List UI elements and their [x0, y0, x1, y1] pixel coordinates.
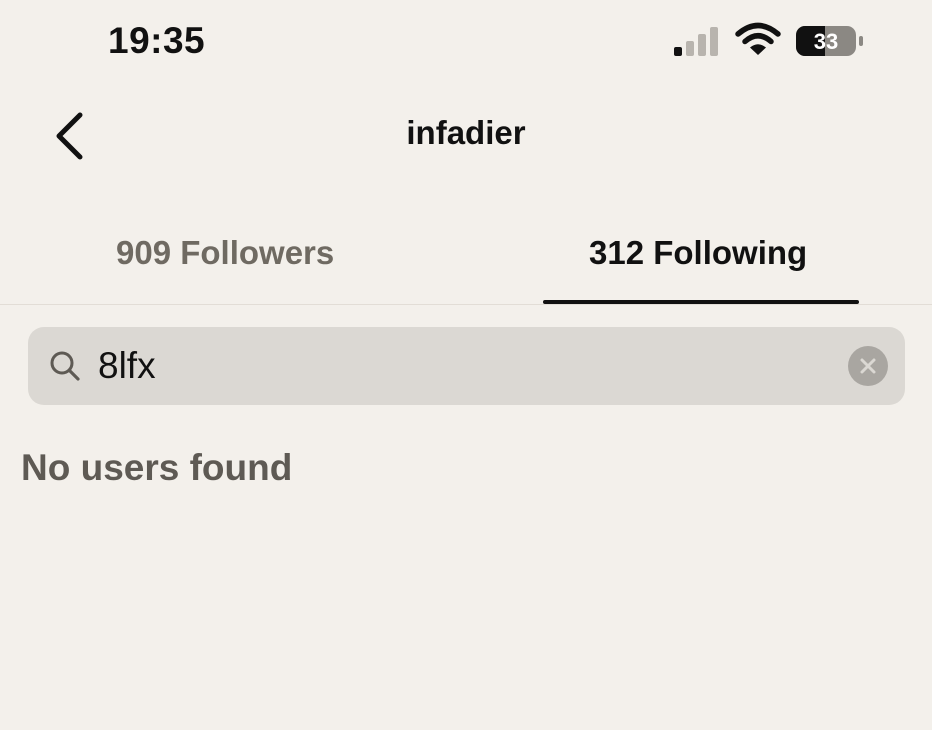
cellular-signal-icon — [674, 27, 718, 56]
search-icon — [50, 351, 80, 381]
empty-results-message: No users found — [21, 447, 293, 488]
tab-following[interactable]: 312 Following — [466, 206, 932, 304]
battery-level: 33 — [814, 29, 838, 54]
status-time: 19:35 — [108, 20, 206, 61]
active-tab-indicator — [543, 300, 859, 304]
clear-icon — [860, 358, 876, 374]
status-bar: 19:35 33 — [0, 0, 932, 84]
search-input[interactable] — [98, 341, 838, 391]
battery-icon: 33 — [796, 26, 863, 56]
tab-bar: 909 Followers 312 Following — [0, 206, 932, 305]
clear-search-button[interactable] — [848, 346, 888, 386]
tab-following-label: 312 Following — [589, 234, 808, 271]
wifi-icon — [735, 22, 781, 55]
page-title: infadier — [406, 114, 526, 151]
search-bar — [28, 327, 905, 405]
battery-indicator: 33 — [795, 25, 865, 57]
tab-followers[interactable]: 909 Followers — [0, 206, 466, 302]
tab-followers-label: 909 Followers — [116, 234, 335, 271]
nav-header: infadier — [0, 90, 932, 180]
